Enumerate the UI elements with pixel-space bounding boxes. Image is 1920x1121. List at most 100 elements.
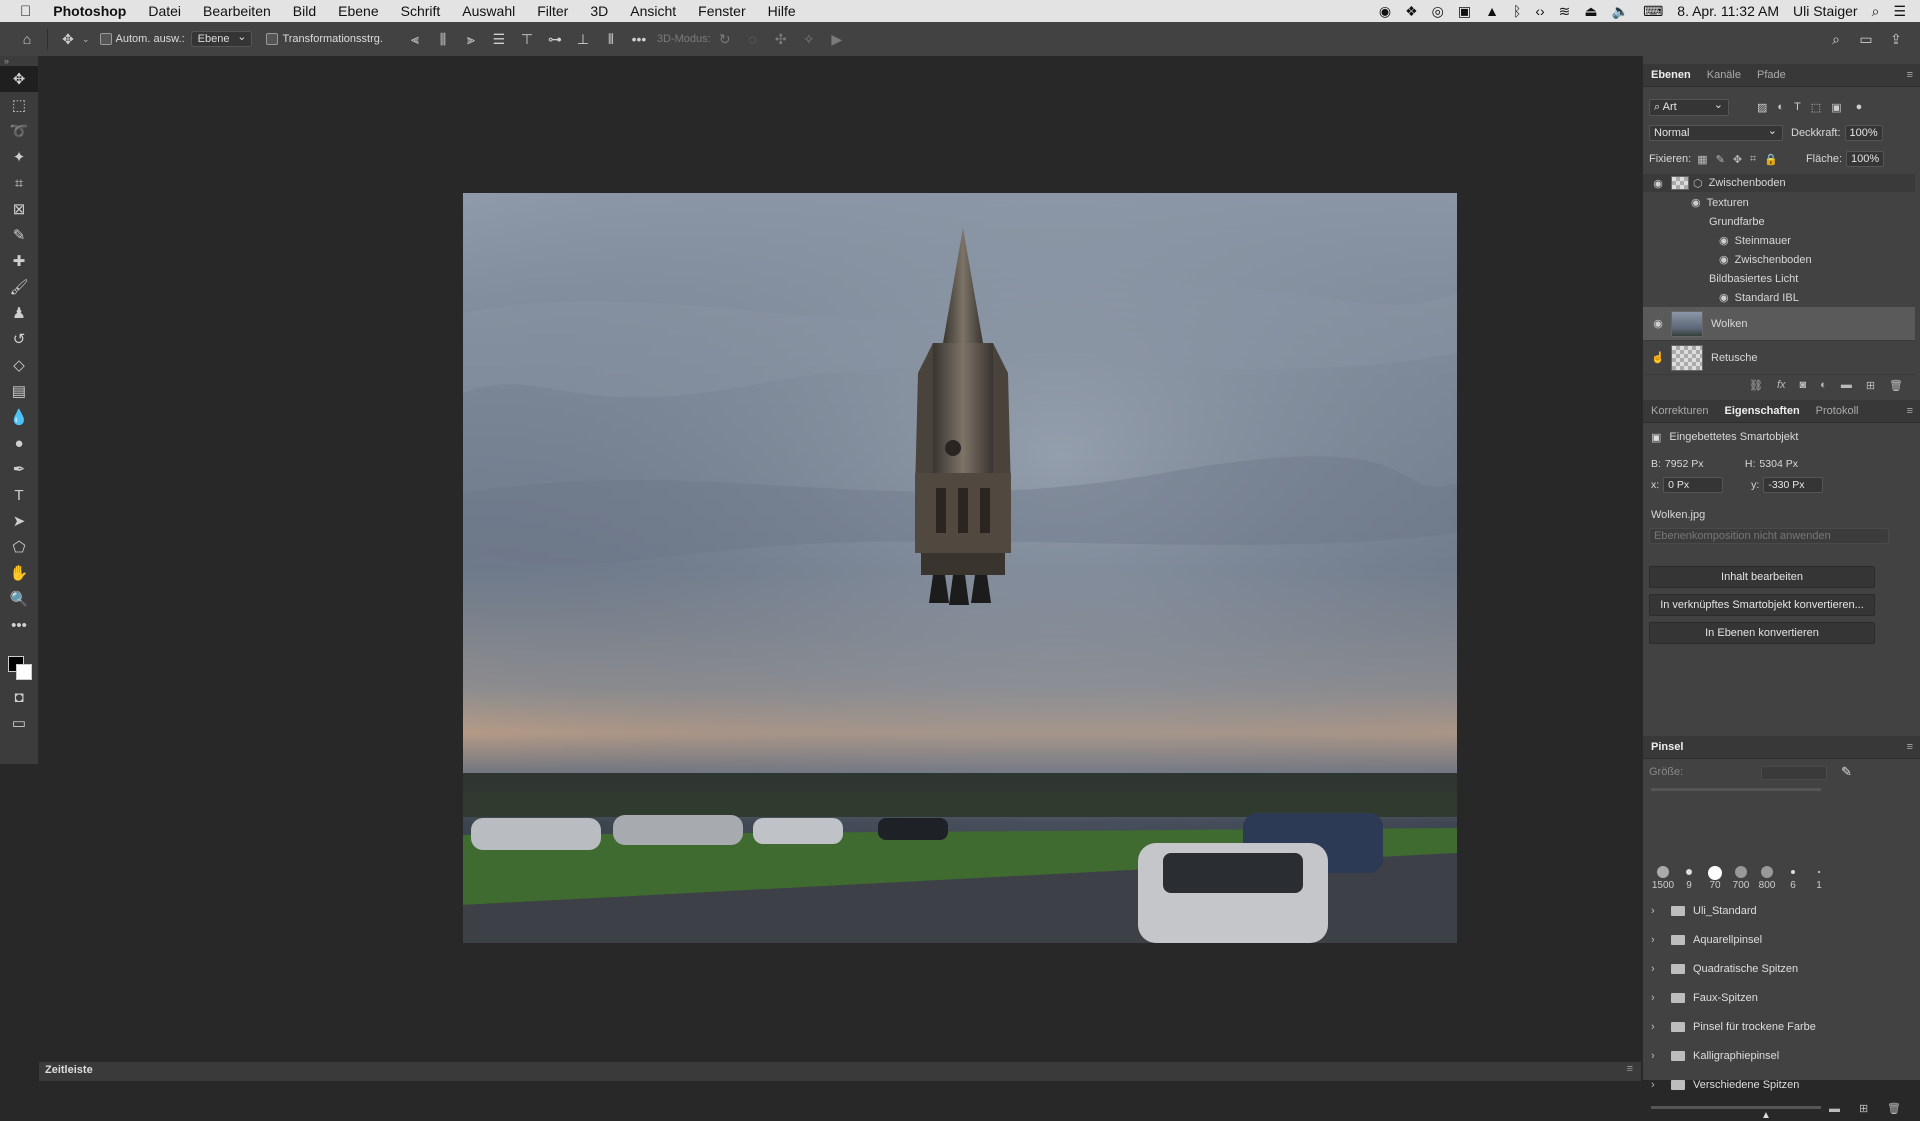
app-icon[interactable]: ▣	[1458, 3, 1471, 20]
layer-row[interactable]: ☝ Retusche	[1643, 341, 1915, 375]
shape-tool[interactable]: ⬠	[0, 534, 38, 560]
3d-roll-icon[interactable]: ◌	[744, 30, 762, 48]
brush-folder[interactable]: › Pinsel für trockene Farbe	[1643, 1015, 1915, 1039]
tab-eigenschaften[interactable]: Eigenschaften	[1716, 405, 1807, 417]
user-name[interactable]: Uli Staiger	[1793, 3, 1858, 19]
filter-smart-icon[interactable]: ▣	[1831, 101, 1841, 114]
gradient-tool[interactable]: ▤	[0, 378, 38, 404]
quick-mask-icon[interactable]: ◘	[0, 684, 38, 710]
visibility-eye-icon[interactable]: ◉	[1719, 253, 1729, 266]
align-left-icon[interactable]: ⫷	[406, 30, 424, 48]
visibility-eye-icon[interactable]: ◉	[1691, 196, 1701, 209]
menu-auswahl[interactable]: Auswahl	[462, 3, 515, 19]
layer-sub-row[interactable]: ◉ Zwischenboden	[1643, 250, 1915, 269]
lock-all-icon[interactable]: 🔒	[1764, 153, 1778, 166]
tab-pfade[interactable]: Pfade	[1749, 69, 1794, 81]
filter-type-icon[interactable]: T	[1794, 101, 1801, 113]
3d-orbit-icon[interactable]: ↻	[716, 30, 734, 48]
zoom-tool[interactable]: 🔍	[0, 586, 38, 612]
brush-folder[interactable]: › Faux-Spitzen	[1643, 986, 1915, 1010]
brush-folder[interactable]: › Aquarellpinsel	[1643, 928, 1915, 952]
panel-menu-icon[interactable]: ≡	[1907, 741, 1913, 753]
tab-protokoll[interactable]: Protokoll	[1808, 405, 1867, 417]
edit-contents-button[interactable]: Inhalt bearbeiten	[1649, 566, 1875, 588]
lock-position-icon[interactable]: ✥	[1733, 153, 1742, 166]
align-hcenter-icon[interactable]: ⫼	[434, 30, 452, 48]
keyboard-icon[interactable]: ⌨	[1643, 3, 1663, 20]
fill-field[interactable]: 100%	[1846, 151, 1885, 167]
menu-filter[interactable]: Filter	[537, 3, 568, 19]
chevron-right-icon[interactable]: ›	[1651, 1079, 1665, 1091]
link-icon[interactable]: ⛓	[1749, 379, 1763, 392]
magic-wand-tool[interactable]: ✦	[0, 144, 38, 170]
chevron-right-icon[interactable]: ›	[1651, 934, 1665, 946]
filter-toggle-icon[interactable]: ●	[1856, 101, 1863, 113]
share-icon[interactable]: ⇪	[1887, 30, 1905, 48]
slider-handle-icon[interactable]: ▲	[1761, 1110, 1771, 1121]
layer-sub-row[interactable]: ◉ Texturen	[1643, 193, 1915, 212]
spotlight-icon[interactable]: ⌕	[1872, 3, 1880, 20]
history-brush-tool[interactable]: ↺	[0, 326, 38, 352]
panel-menu-icon[interactable]: ≡	[1907, 69, 1913, 81]
layer-sub-row[interactable]: ◉ Steinmauer	[1643, 231, 1915, 250]
menu-ansicht[interactable]: Ansicht	[630, 3, 676, 19]
path-selection-tool[interactable]: ➤	[0, 508, 38, 534]
menu-fenster[interactable]: Fenster	[698, 3, 745, 19]
chevron-right-icon[interactable]: ›	[1651, 963, 1665, 975]
volume-icon[interactable]: 🔈	[1612, 3, 1629, 20]
width-value[interactable]: 7952 Px	[1665, 458, 1745, 470]
more-tools-icon[interactable]: •••	[0, 612, 38, 638]
brush-preset[interactable]: 800	[1755, 866, 1779, 891]
brush-preset[interactable]: 1500	[1651, 866, 1675, 891]
timeline-tab[interactable]: Zeitleiste	[45, 1064, 93, 1076]
dodge-tool[interactable]: ●	[0, 430, 38, 456]
align-vcenter-icon[interactable]: ⊶	[546, 30, 564, 48]
brush-folder[interactable]: › Quadratische Spitzen	[1643, 957, 1915, 981]
visibility-eye-icon[interactable]: ◉	[1651, 317, 1665, 330]
adjustment-icon[interactable]: ◐	[1820, 379, 1827, 391]
dropbox-icon[interactable]: ❖	[1405, 3, 1418, 20]
workspace-icon[interactable]: ▭	[1857, 30, 1875, 48]
search-icon[interactable]: ⌕	[1827, 30, 1845, 48]
mask-icon[interactable]: ◙	[1800, 379, 1807, 391]
home-icon[interactable]: ⌂	[18, 30, 36, 48]
height-value[interactable]: 5304 Px	[1759, 458, 1798, 470]
layer-sub-row[interactable]: Grundfarbe	[1643, 212, 1915, 231]
visibility-toggle-icon[interactable]: ☝	[1651, 351, 1665, 364]
type-tool[interactable]: T	[0, 482, 38, 508]
brush-tool[interactable]: 🖌	[0, 274, 38, 300]
brush-preset[interactable]: 700	[1729, 866, 1753, 891]
pen-tool[interactable]: ✒	[0, 456, 38, 482]
move-tool[interactable]: ✥	[0, 66, 38, 92]
app-menu[interactable]: Photoshop	[53, 3, 126, 19]
menu-bild[interactable]: Bild	[293, 3, 316, 19]
brush-size-field[interactable]	[1761, 766, 1827, 780]
menu-schrift[interactable]: Schrift	[401, 3, 441, 19]
filter-adjust-icon[interactable]: ◐	[1777, 101, 1784, 113]
eraser-tool[interactable]: ◇	[0, 352, 38, 378]
transform-controls-checkbox[interactable]	[266, 33, 279, 45]
auto-select-dropdown[interactable]: Ebene	[190, 30, 253, 47]
visibility-eye-icon[interactable]: ◉	[1719, 291, 1729, 304]
background-color[interactable]	[16, 664, 32, 680]
layer-filter-dropdown[interactable]: ⌕ Art	[1649, 98, 1729, 116]
crop-tool[interactable]: ⌗	[0, 170, 38, 196]
trash-icon[interactable]: 🗑	[1887, 1102, 1901, 1115]
chevron-right-icon[interactable]: ›	[1651, 1021, 1665, 1033]
fx-icon[interactable]: fx	[1777, 379, 1786, 391]
new-layer-icon[interactable]: ⊞	[1866, 379, 1875, 392]
chevron-right-icon[interactable]: ›	[1651, 992, 1665, 1004]
brush-folder[interactable]: › Kalligraphiepinsel	[1643, 1044, 1915, 1068]
panel-menu-icon[interactable]: ≡	[1907, 405, 1913, 417]
distribute-icon[interactable]: ☰	[490, 30, 508, 48]
convert-to-linked-button[interactable]: In verknüpftes Smartobjekt konvertieren.…	[1649, 594, 1875, 616]
menu-datei[interactable]: Datei	[148, 3, 181, 19]
3d-slide-icon[interactable]: ✧	[800, 30, 818, 48]
tab-korrekturen[interactable]: Korrekturen	[1643, 405, 1716, 417]
align-top-icon[interactable]: ⊤	[518, 30, 536, 48]
move-tool-icon[interactable]: ✥	[59, 30, 77, 48]
align-right-icon[interactable]: ⫸	[462, 30, 480, 48]
collapse-icon[interactable]: »	[0, 56, 38, 66]
brush-folder[interactable]: › Verschiedene Spitzen	[1643, 1073, 1915, 1097]
blend-mode-dropdown[interactable]: Normal	[1649, 124, 1783, 141]
